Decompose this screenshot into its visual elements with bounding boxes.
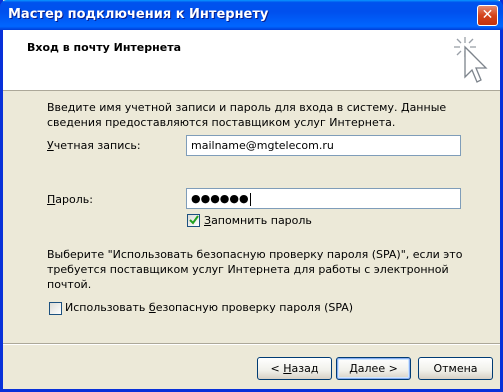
account-input[interactable]: mailname@mgtelecom.ru xyxy=(186,135,461,156)
password-label: Пароль: xyxy=(47,193,93,206)
window-title: Мастер подключения к Интернету xyxy=(8,7,269,22)
next-button[interactable]: Далее > xyxy=(336,357,411,380)
spa-checkbox[interactable] xyxy=(49,302,62,315)
cancel-button[interactable]: Отмена xyxy=(418,357,493,380)
spa-checkbox-label[interactable]: Использовать безопасную проверку пароля … xyxy=(65,301,353,314)
spa-info-text: Выберите "Использовать безопасную провер… xyxy=(47,248,463,291)
wizard-wand-icon xyxy=(454,37,488,83)
page-title: Вход в почту Интернета xyxy=(27,41,181,54)
account-label: Учетная запись: xyxy=(47,139,141,152)
title-bar[interactable]: Мастер подключения к Интернету ✕ xyxy=(0,0,503,30)
close-button[interactable]: ✕ xyxy=(477,5,498,26)
text-caret xyxy=(249,192,251,206)
wizard-header: Вход в почту Интернета xyxy=(3,30,500,91)
intro-text: Введите имя учетной записи и пароль для … xyxy=(47,101,447,129)
back-button[interactable]: < Назад xyxy=(257,357,332,380)
close-icon: ✕ xyxy=(481,7,494,23)
wizard-window: Мастер подключения к Интернету ✕ Вход в … xyxy=(0,0,503,392)
remember-password-checkbox[interactable] xyxy=(187,214,200,227)
footer-separator xyxy=(3,343,500,345)
remember-password-label[interactable]: Запомнить пароль xyxy=(204,214,312,227)
checkmark-icon xyxy=(189,215,199,225)
password-input[interactable]: ●●●●●● xyxy=(186,188,461,209)
